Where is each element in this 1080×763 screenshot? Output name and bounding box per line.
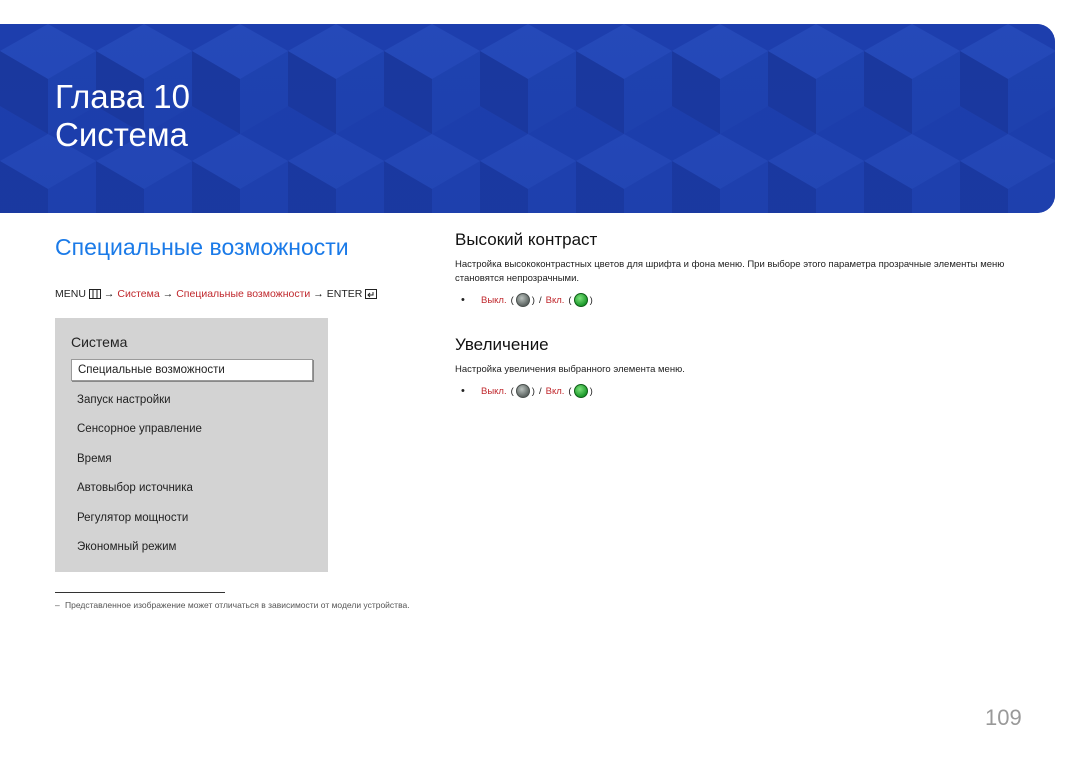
high-contrast-title: Высокий контраст <box>455 230 598 249</box>
footnote-text: Представленное изображение может отличат… <box>65 600 410 610</box>
system-menu-screenshot: Система Специальные возможности Запуск н… <box>55 318 328 572</box>
menu-item-power-control[interactable]: Регулятор мощности <box>71 507 313 537</box>
off-state-icon <box>515 293 530 307</box>
chapter-title: Глава 10 Система <box>55 78 190 154</box>
on-option-label: Вкл. <box>545 385 565 397</box>
zoom-options: • Выкл. () / Вкл. () <box>461 384 593 398</box>
page-number: 109 <box>985 705 1022 730</box>
breadcrumb-menu: MENU <box>55 288 86 300</box>
zoom-title: Увеличение <box>455 335 549 354</box>
section-title: Специальные возможности <box>55 234 349 260</box>
footnote-dash: – <box>55 600 60 610</box>
breadcrumb-enter: ENTER <box>326 288 363 300</box>
breadcrumb-step-accessibility: Специальные возможности <box>176 288 311 300</box>
on-state-icon <box>573 384 588 398</box>
menu-item-accessibility[interactable]: Специальные возможности <box>71 359 313 381</box>
zoom-section: Увеличение Настройка увеличения выбранно… <box>455 335 1035 398</box>
chapter-banner: Глава 10 Система <box>0 24 1055 213</box>
menu-item-list: Специальные возможности Запуск настройки… <box>71 359 313 566</box>
on-state-icon <box>573 293 588 307</box>
high-contrast-options: • Выкл. () / Вкл. () <box>461 293 593 307</box>
enter-button-icon <box>365 289 378 299</box>
breadcrumb-arrow: → <box>103 288 115 300</box>
menu-panel-title: Система <box>71 334 128 350</box>
menu-item-touch-control[interactable]: Сенсорное управление <box>71 418 313 448</box>
option-separator: / <box>538 294 542 306</box>
menu-item-time[interactable]: Время <box>71 448 313 478</box>
high-contrast-section: Высокий контраст Настройка высококонтрас… <box>455 230 1035 307</box>
bullet: • <box>461 294 465 306</box>
off-state-icon <box>515 384 530 398</box>
footnote-divider <box>55 592 225 593</box>
zoom-description: Настройка увеличения выбранного элемента… <box>455 364 685 375</box>
option-separator: / <box>538 385 542 397</box>
menu-button-icon <box>88 289 101 299</box>
high-contrast-description: Настройка высококонтрастных цветов для ш… <box>455 259 1005 284</box>
breadcrumb-step-system: Система <box>117 288 160 300</box>
breadcrumb-arrow: → <box>313 288 324 300</box>
right-column: Высокий контраст Настройка высококонтрас… <box>455 230 1035 398</box>
menu-item-start-setup[interactable]: Запуск настройки <box>71 389 313 419</box>
menu-item-auto-source[interactable]: Автовыбор источника <box>71 477 313 507</box>
footnote: – Представленное изображение может отлича… <box>55 599 415 612</box>
bullet: • <box>461 385 465 397</box>
off-option-label: Выкл. <box>481 294 507 306</box>
chapter-number: Глава 10 <box>55 78 191 115</box>
menu-item-eco-mode[interactable]: Экономный режим <box>71 536 313 566</box>
chapter-name: Система <box>55 116 188 153</box>
off-option-label: Выкл. <box>481 385 507 397</box>
breadcrumb: MENU → Система → Специальные возможности… <box>55 288 378 300</box>
breadcrumb-arrow: → <box>162 288 174 300</box>
on-option-label: Вкл. <box>545 294 565 306</box>
